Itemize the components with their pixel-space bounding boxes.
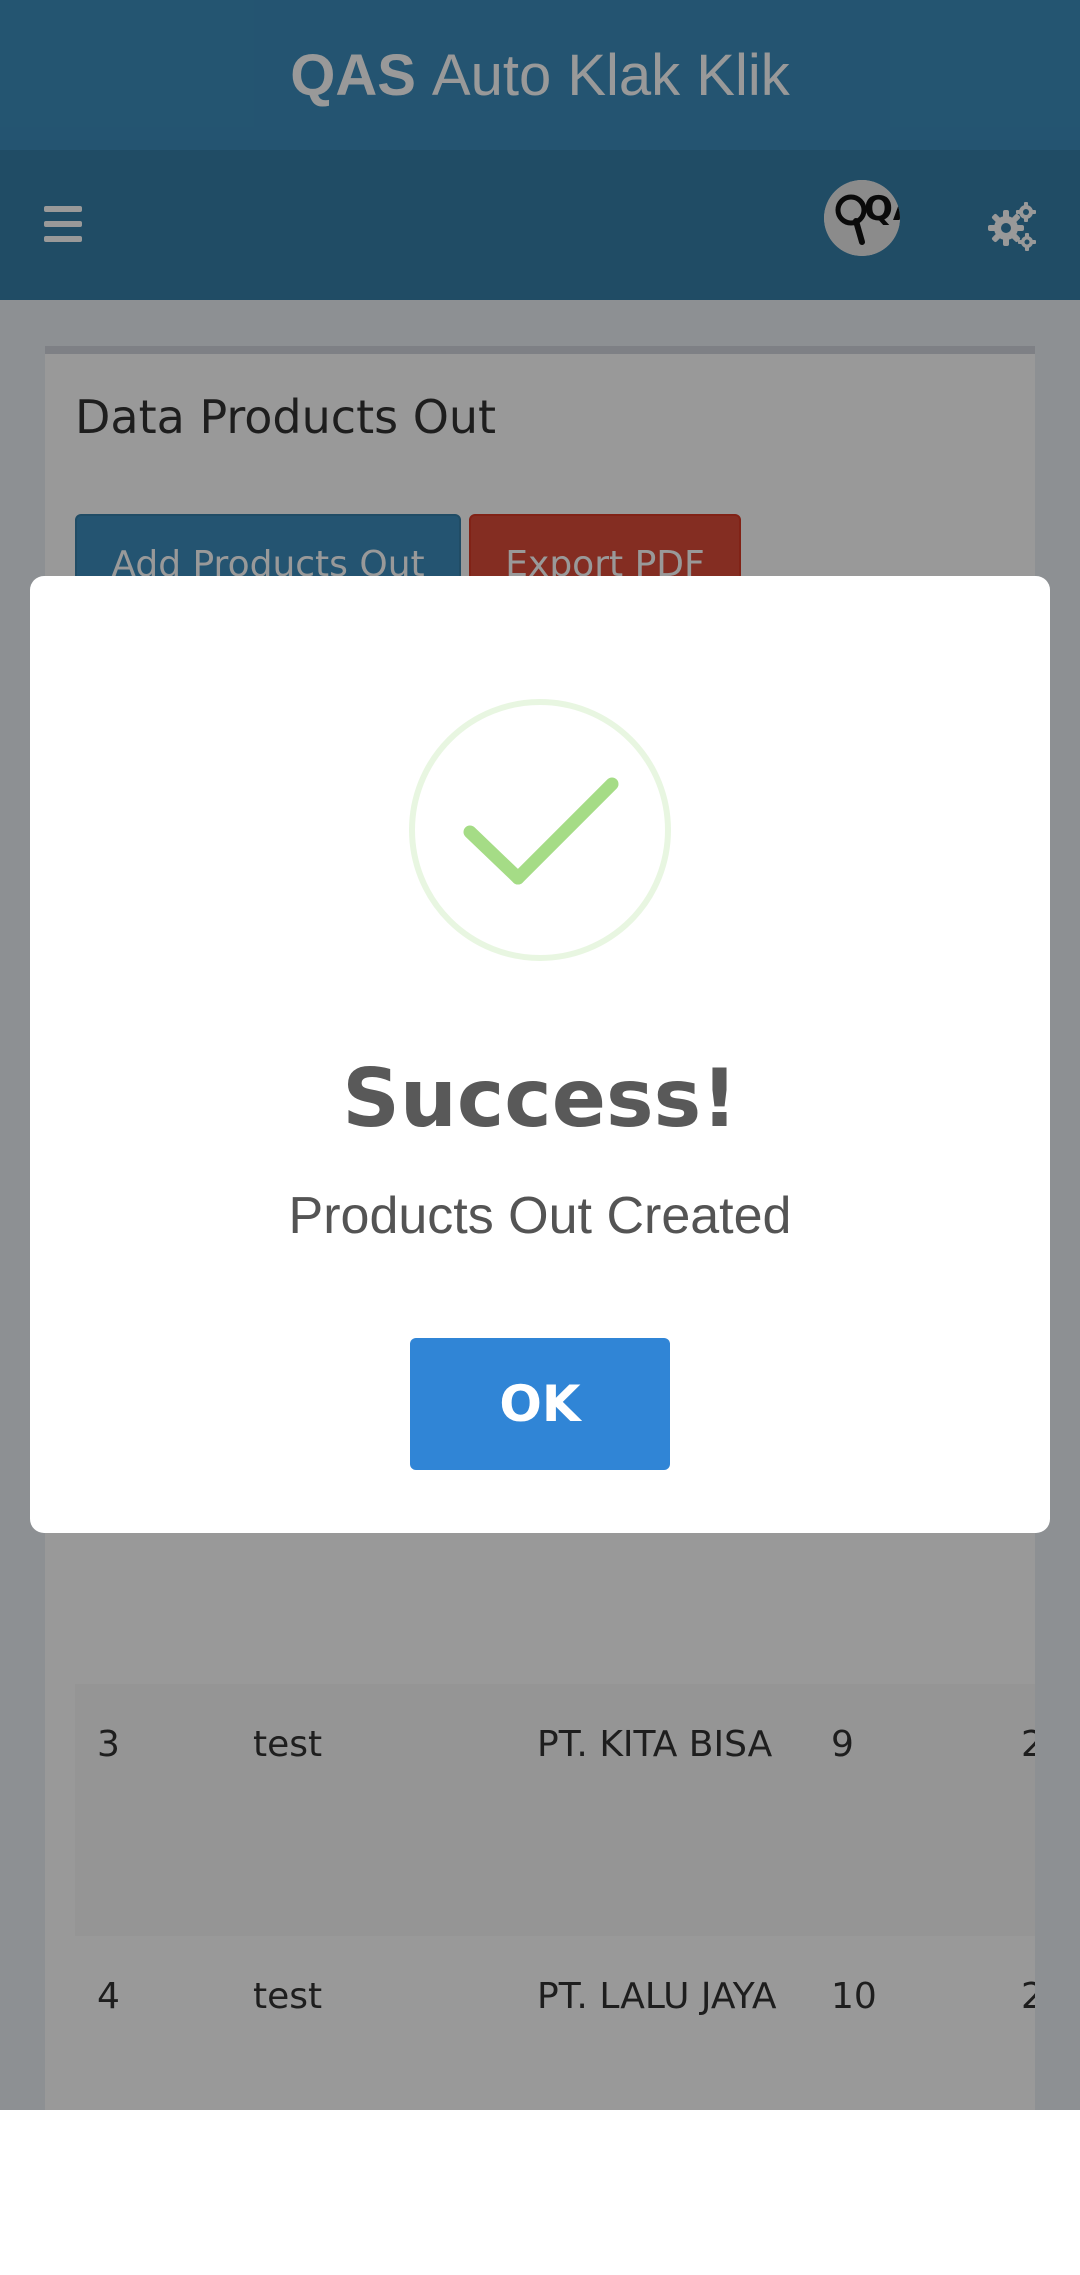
dialog-message: Products Out Created [288,1187,792,1245]
ok-button[interactable]: OK [410,1338,670,1470]
success-check-icon [406,696,674,964]
success-dialog: Success! Products Out Created OK [30,576,1050,1533]
dialog-title: Success! [342,1052,738,1145]
